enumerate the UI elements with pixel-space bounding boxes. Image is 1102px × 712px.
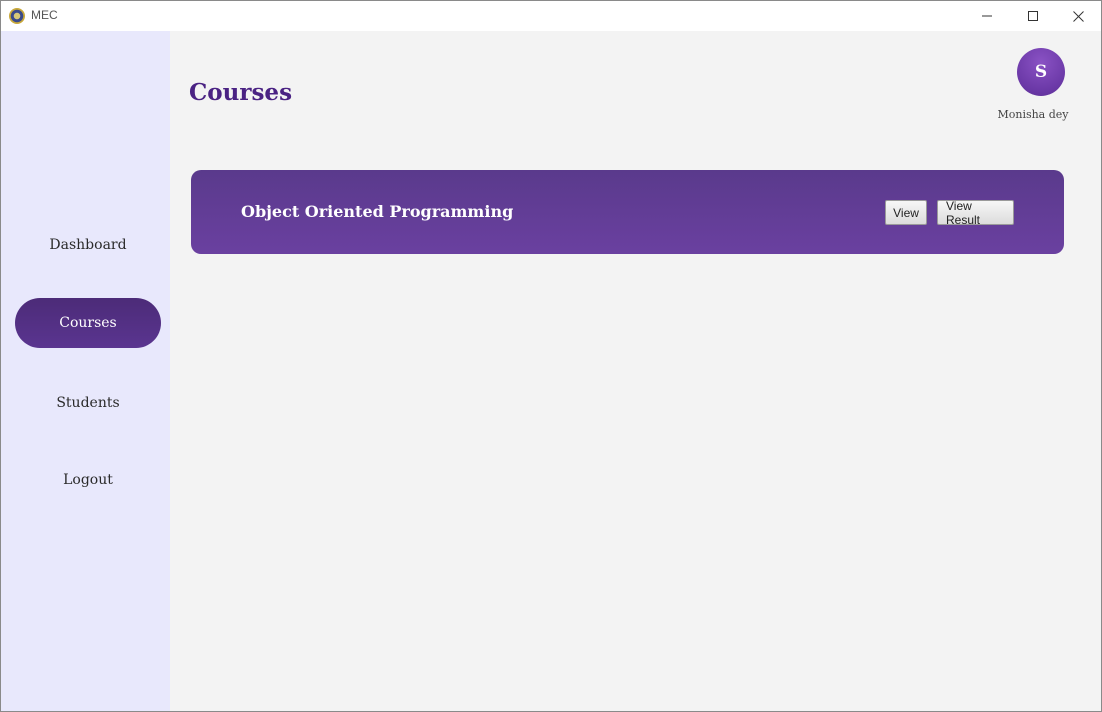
course-title: Object Oriented Programming — [241, 202, 514, 221]
sidebar-item-logout[interactable]: Logout — [15, 455, 161, 505]
app-window: MEC Dashboard Courses Students Logout Co… — [0, 0, 1102, 712]
title-bar: MEC — [1, 1, 1101, 31]
view-button[interactable]: View — [885, 200, 927, 225]
minimize-icon — [982, 15, 992, 17]
window-title: MEC — [31, 8, 58, 22]
sidebar-item-dashboard[interactable]: Dashboard — [15, 220, 161, 270]
page-title: Courses — [189, 79, 293, 106]
minimize-button[interactable] — [964, 1, 1010, 31]
close-icon — [1072, 10, 1084, 22]
maximize-icon — [1028, 11, 1038, 21]
app-logo-icon — [9, 8, 25, 24]
sidebar-item-students[interactable]: Students — [15, 378, 161, 428]
close-button[interactable] — [1055, 1, 1101, 31]
course-card: Object Oriented Programming View View Re… — [191, 170, 1064, 254]
view-result-button[interactable]: View Result — [937, 199, 1014, 227]
sidebar: Dashboard Courses Students Logout — [1, 31, 170, 711]
avatar[interactable]: S — [1017, 48, 1065, 96]
sidebar-item-courses[interactable]: Courses — [15, 298, 161, 348]
user-name: Monisha dey — [997, 108, 1069, 121]
maximize-button[interactable] — [1010, 1, 1056, 31]
